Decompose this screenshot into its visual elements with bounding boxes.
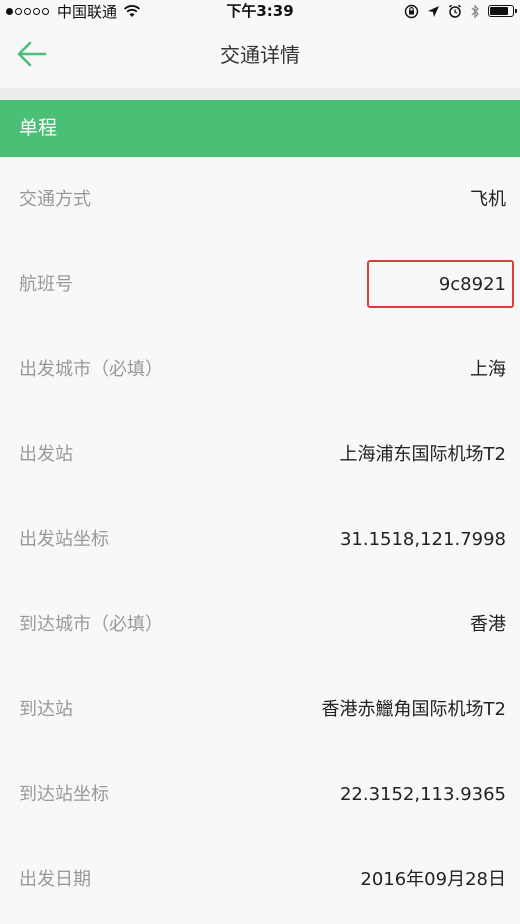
detail-value: 香港赤鱲角国际机场T2 [321, 699, 506, 720]
detail-label: 航班号 [19, 274, 73, 295]
nav-separator [0, 88, 520, 100]
section-title: 单程 [19, 117, 58, 139]
detail-label: 到达站 [19, 699, 73, 720]
detail-list: 交通方式 飞机 航班号 9c8921 出发城市（必填） 上海 出发站 上海浦东国… [0, 157, 520, 922]
detail-row-arrival-coordinates[interactable]: 到达站坐标 22.3152,113.9365 [0, 752, 520, 837]
battery-icon [488, 5, 517, 17]
detail-row-departure-station[interactable]: 出发站 上海浦东国际机场T2 [0, 412, 520, 497]
detail-value: 上海 [470, 359, 506, 380]
detail-row-arrival-city[interactable]: 到达城市（必填） 香港 [0, 582, 520, 667]
detail-row-flight-number[interactable]: 航班号 9c8921 [0, 242, 520, 327]
navigation-bar: 交通详情 [0, 22, 520, 88]
page-title: 交通详情 [220, 43, 300, 67]
detail-value: 香港 [470, 614, 506, 635]
detail-label: 到达城市（必填） [19, 614, 163, 635]
location-icon [428, 5, 439, 17]
detail-row-departure-city[interactable]: 出发城市（必填） 上海 [0, 327, 520, 412]
detail-label: 到达站坐标 [19, 784, 109, 805]
detail-label: 出发城市（必填） [19, 359, 163, 380]
detail-value: 9c8921 [438, 274, 506, 295]
detail-label: 出发站 [19, 444, 73, 465]
detail-value: 31.1518,121.7998 [339, 529, 506, 550]
detail-row-arrival-station[interactable]: 到达站 香港赤鱲角国际机场T2 [0, 667, 520, 752]
section-header-one-way: 单程 [0, 100, 520, 157]
status-bar: 中国联通 下午3:39 [0, 0, 520, 22]
bluetooth-icon [471, 3, 479, 19]
status-right [396, 0, 517, 22]
battery-level [490, 7, 508, 15]
detail-value: 上海浦东国际机场T2 [339, 444, 506, 465]
detail-row-departure-date[interactable]: 出发日期 2016年09月28日 [0, 837, 520, 922]
detail-row-transport-mode[interactable]: 交通方式 飞机 [0, 157, 520, 242]
detail-row-departure-coordinates[interactable]: 出发站坐标 31.1518,121.7998 [0, 497, 520, 582]
detail-value: 2016年09月28日 [360, 869, 506, 890]
detail-value: 飞机 [470, 189, 506, 210]
detail-label: 出发站坐标 [19, 529, 109, 550]
detail-label: 出发日期 [19, 869, 91, 890]
detail-label: 交通方式 [19, 189, 91, 210]
alarm-icon [448, 4, 462, 18]
detail-value: 22.3152,113.9365 [339, 784, 506, 805]
rotation-lock-icon [404, 4, 419, 18]
